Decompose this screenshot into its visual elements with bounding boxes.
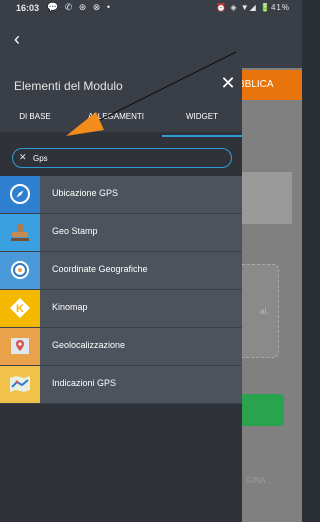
list-item-geo-stamp[interactable]: Geo Stamp bbox=[0, 214, 242, 252]
background-green-button[interactable] bbox=[242, 394, 284, 426]
list-item-label: Kinomap bbox=[52, 302, 88, 312]
panel-title: Elementi del Modulo bbox=[14, 79, 123, 93]
status-bar: 16:03 💬 ✆ ⊛ ⊗ • ⏰ ◈ ▼◢ 🔋41% bbox=[0, 0, 302, 16]
active-tab-indicator bbox=[162, 135, 242, 137]
search-input[interactable] bbox=[33, 151, 219, 165]
map-icon bbox=[0, 366, 40, 403]
background-footer-text: GINA ... bbox=[246, 476, 275, 485]
list-item-label: Indicazioni GPS bbox=[52, 378, 117, 388]
list-item-kinomap[interactable]: K Kinomap bbox=[0, 290, 242, 328]
tab-di-base[interactable]: DI BASE bbox=[0, 102, 70, 132]
status-indicators: ⏰ ◈ ▼◢ 🔋41% bbox=[216, 3, 290, 12]
background-card bbox=[242, 172, 292, 224]
form-elements-panel: Elementi del Modulo ✕ DI BASE ALLEGAMENT… bbox=[0, 68, 242, 522]
compass-icon bbox=[0, 176, 40, 213]
panel-tabs: DI BASE ALLEGAMENTI WIDGET bbox=[0, 102, 242, 132]
target-icon bbox=[0, 252, 40, 289]
map-pin-icon bbox=[0, 328, 40, 365]
app-top-bar: ‹ bbox=[0, 16, 302, 68]
list-item-label: Geo Stamp bbox=[52, 226, 98, 236]
list-item-geolocalizzazione[interactable]: Geolocalizzazione bbox=[0, 328, 242, 366]
svg-text:K: K bbox=[16, 303, 24, 315]
drop-area-text: al. bbox=[260, 307, 269, 316]
list-item-coordinate-geografiche[interactable]: Coordinate Geografiche bbox=[0, 252, 242, 290]
panel-header: Elementi del Modulo ✕ bbox=[0, 68, 242, 102]
tab-widget[interactable]: WIDGET bbox=[162, 102, 242, 132]
list-item-ubicazione-gps[interactable]: Ubicazione GPS bbox=[0, 176, 242, 214]
publish-button-label: BBLICA bbox=[238, 79, 274, 90]
list-item-label: Coordinate Geografiche bbox=[52, 264, 148, 274]
widget-list: Ubicazione GPS Geo Stamp Coordinate Geog… bbox=[0, 176, 242, 404]
list-item-indicazioni-gps[interactable]: Indicazioni GPS bbox=[0, 366, 242, 404]
list-item-label: Geolocalizzazione bbox=[52, 340, 126, 350]
tab-allegamenti[interactable]: ALLEGAMENTI bbox=[70, 102, 162, 132]
background-drop-area: al. bbox=[242, 264, 279, 358]
stamp-icon bbox=[0, 214, 40, 251]
status-notifications: 💬 ✆ ⊛ ⊗ • bbox=[47, 2, 112, 12]
kinomap-icon: K bbox=[0, 290, 40, 327]
close-icon[interactable]: ✕ bbox=[218, 73, 238, 93]
publish-button[interactable]: BBLICA bbox=[238, 70, 302, 100]
status-time: 16:03 bbox=[16, 3, 40, 13]
back-arrow-icon[interactable]: ‹ bbox=[14, 30, 20, 48]
list-item-label: Ubicazione GPS bbox=[52, 188, 119, 198]
search-box: ✕ bbox=[12, 148, 232, 168]
clear-search-icon[interactable]: ✕ bbox=[19, 152, 27, 163]
